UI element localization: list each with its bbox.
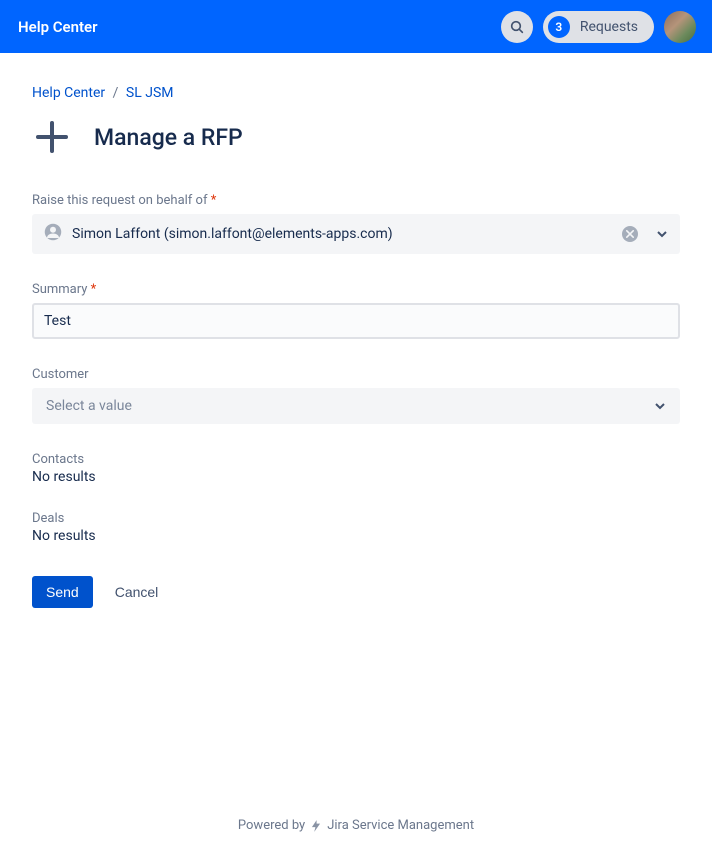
form-actions: Send Cancel [32,576,680,608]
behalf-label: Raise this request on behalf of * [32,193,680,208]
breadcrumb: Help Center / SL JSM [32,85,680,101]
footer: Powered by Jira Service Management [0,778,712,853]
contacts-value: No results [32,469,680,485]
send-button[interactable]: Send [32,576,93,608]
behalf-chevron[interactable] [656,225,668,244]
footer-prefix: Powered by [238,818,305,833]
behalf-clear-button[interactable] [622,226,638,242]
customer-select[interactable]: Select a value [32,388,680,424]
contacts-label: Contacts [32,452,680,467]
requests-label: Requests [580,19,638,35]
plus-icon [34,119,70,155]
request-type-icon [32,117,72,157]
deals-value: No results [32,528,680,544]
avatar[interactable] [664,11,696,43]
summary-input[interactable] [32,303,680,339]
field-customer: Customer Select a value [32,367,680,424]
breadcrumb-project-link[interactable]: SL JSM [126,85,174,101]
requests-button[interactable]: 3 Requests [543,11,654,43]
main-content: Help Center / SL JSM Manage a RFP Raise … [0,53,712,648]
top-header: Help Center 3 Requests [0,0,712,53]
title-row: Manage a RFP [32,117,680,157]
chevron-down-icon [656,228,668,240]
summary-label: Summary * [32,282,680,297]
chevron-down-icon [654,400,666,412]
behalf-value: Simon Laffont (simon.laffont@elements-ap… [72,226,612,242]
breadcrumb-root-link[interactable]: Help Center [32,85,105,101]
person-icon [44,223,62,245]
header-actions: 3 Requests [501,11,696,43]
header-title[interactable]: Help Center [18,18,98,36]
search-button[interactable] [501,11,533,43]
section-deals: Deals No results [32,511,680,544]
breadcrumb-separator: / [113,85,119,101]
close-icon [626,230,634,238]
deals-label: Deals [32,511,680,526]
field-summary: Summary * [32,282,680,339]
bolt-icon [309,819,323,833]
requests-count-badge: 3 [548,16,570,38]
field-behalf: Raise this request on behalf of * Simon … [32,193,680,254]
page-title: Manage a RFP [94,124,243,151]
behalf-select[interactable]: Simon Laffont (simon.laffont@elements-ap… [32,214,680,254]
cancel-button[interactable]: Cancel [115,584,159,600]
customer-label: Customer [32,367,680,382]
customer-placeholder: Select a value [46,398,132,414]
section-contacts: Contacts No results [32,452,680,485]
footer-product[interactable]: Jira Service Management [327,818,474,833]
search-icon [509,19,525,35]
